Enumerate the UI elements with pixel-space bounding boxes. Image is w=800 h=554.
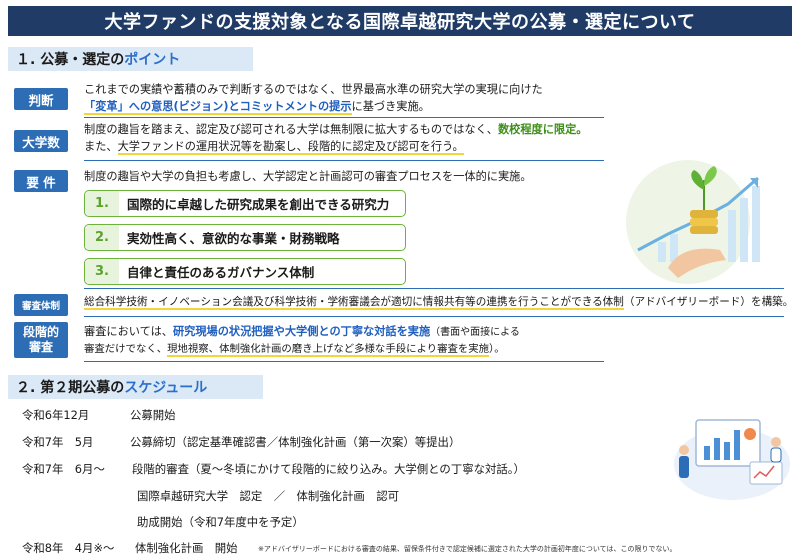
person-body-icon <box>770 447 782 463</box>
schedule-date: 令和6年12月 <box>22 408 90 422</box>
univ-count-label: 大学数 <box>14 130 68 152</box>
univ-count-line2-pre: また、 <box>84 140 118 153</box>
requirement-number: 1. <box>85 191 119 216</box>
schedule-date: 令和8年 4月※～ <box>22 541 115 554</box>
staged-review-underlined: 現地視察、体制強化計画の磨き上げなど多様な手段により審査を実施 <box>167 343 490 357</box>
footnote: ※アドバイザリーボードにおける審査の結果、留保条件付きで認定候補に選定された大学… <box>258 545 677 553</box>
univ-count-text: 制度の趣旨を踏まえ、認定及び認可される大学は無制限に拡大するものではなく、数校程… <box>84 121 684 155</box>
staged-review-line1-post: （書面や面接による <box>430 327 520 338</box>
requirement-number: 2. <box>85 225 119 250</box>
requirement-item-1: 1. 国際的に卓越した研究成果を創出できる研究力 <box>84 190 406 217</box>
requirement-text: 実効性高く、意欲的な事業・財務戦略 <box>127 231 340 246</box>
coin-icon <box>690 210 718 218</box>
requirement-text: 国際的に卓越した研究成果を創出できる研究力 <box>127 197 390 212</box>
schedule-date: 令和7年 6月～ <box>22 462 105 476</box>
pie-icon <box>744 428 756 440</box>
requirements-intro: 制度の趣旨や大学の負担も考慮し、大学認定と計画認可の審査プロセスを一体的に実施。 <box>84 170 532 183</box>
staged-review-label-line1: 段階的 <box>22 325 59 339</box>
schedule-event: 国際卓越研究大学 認定 ／ 体制強化計画 認可 <box>137 489 399 503</box>
review-system-text: 総合科学技術・イノベーション会議及び科学技術・学術審議会が適切に情報共有等の連携… <box>84 294 794 311</box>
schedule-date: 令和7年 5月 <box>22 435 94 449</box>
schedule-event: 公募開始 <box>130 408 176 422</box>
section2-heading-main: ２. 第２期公募の <box>16 380 125 396</box>
section2-heading-accent: スケジュール <box>124 380 208 396</box>
staged-review-highlight: 研究現場の状況把握や大学側との丁寧な対話を実施 <box>172 325 431 338</box>
staged-review-text: 審査においては、研究現場の状況把握や大学側との丁寧な対話を実施（書面や面接による… <box>84 323 724 358</box>
judgement-highlight: 「変革」への意思(ビジョン)とコミットメントの提示 <box>84 100 352 115</box>
growth-illustration <box>626 160 760 284</box>
section2-heading: ２. 第２期公募の スケジュール <box>8 375 263 399</box>
univ-count-underlined: 大学ファンドの運用状況等を勘案し、段階的に認定及び認可を行う。 <box>117 140 464 155</box>
section1-heading-main: １. 公募・選定の <box>16 52 125 68</box>
univ-count-highlight: 数校程度に限定。 <box>497 123 588 136</box>
staged-review-line2-pre: 審査だけでなく、 <box>84 343 168 355</box>
staged-review-line2-post: ）。 <box>489 343 505 355</box>
divider <box>84 361 604 362</box>
divider <box>84 160 604 161</box>
person-body-icon <box>679 456 689 478</box>
schedule-event: 段階的審査（夏～冬頃にかけて段階的に絞り込み。大学側との丁寧な対話。） <box>132 462 525 476</box>
schedule-event: 公募締切（認定基準確認書／体制強化計画（第一次案）等提出） <box>130 435 461 449</box>
coin-icon <box>690 226 718 234</box>
staged-review-label-line2: 審査 <box>28 340 53 354</box>
divider <box>84 117 604 118</box>
judgement-label: 判断 <box>14 88 68 110</box>
requirement-item-3: 3. 自律と責任のあるガバナンス体制 <box>84 258 406 285</box>
section1-heading-accent: ポイント <box>124 52 181 68</box>
staged-review-label: 段階的 審査 <box>14 322 68 358</box>
section1-heading: １. 公募・選定の ポイント <box>8 47 253 71</box>
research-illustration <box>674 419 790 500</box>
requirement-number: 3. <box>85 259 119 284</box>
judgement-text: これまでの実績や蓄積のみで判断するのではなく、世界最高水準の研究大学の実現に向け… <box>84 81 624 115</box>
schedule-event: 助成開始（令和7年度中を予定） <box>137 515 304 529</box>
coin-icon <box>690 218 718 226</box>
requirement-text: 自律と責任のあるガバナンス体制 <box>127 265 315 280</box>
staged-review-line1-pre: 審査においては、 <box>84 325 173 338</box>
tablet-icon <box>749 461 783 485</box>
divider <box>84 288 784 289</box>
judgement-line1: これまでの実績や蓄積のみで判断するのではなく、世界最高水準の研究大学の実現に向け… <box>84 83 543 96</box>
judgement-line2-rest: に基づき実施。 <box>351 100 430 113</box>
person-head-icon <box>679 445 689 455</box>
requirements-label: 要 件 <box>14 170 68 192</box>
divider <box>84 316 784 317</box>
univ-count-line1: 制度の趣旨を踏まえ、認定及び認可される大学は無制限に拡大するものではなく、 <box>84 123 498 136</box>
person-head-icon <box>771 437 781 447</box>
review-system-post: （アドバイザリーボード）を構築。 <box>623 296 794 308</box>
schedule-event: 体制強化計画 開始 <box>135 541 238 554</box>
review-system-underlined: 総合科学技術・イノベーション会議及び科学技術・学術審議会が適切に情報共有等の連携… <box>84 296 624 310</box>
requirement-item-2: 2. 実効性高く、意欲的な事業・財務戦略 <box>84 224 406 251</box>
review-system-label: 審査体制 <box>14 294 68 316</box>
page-title: 大学ファンドの支援対象となる国際卓越研究大学の公募・選定について <box>8 6 792 36</box>
